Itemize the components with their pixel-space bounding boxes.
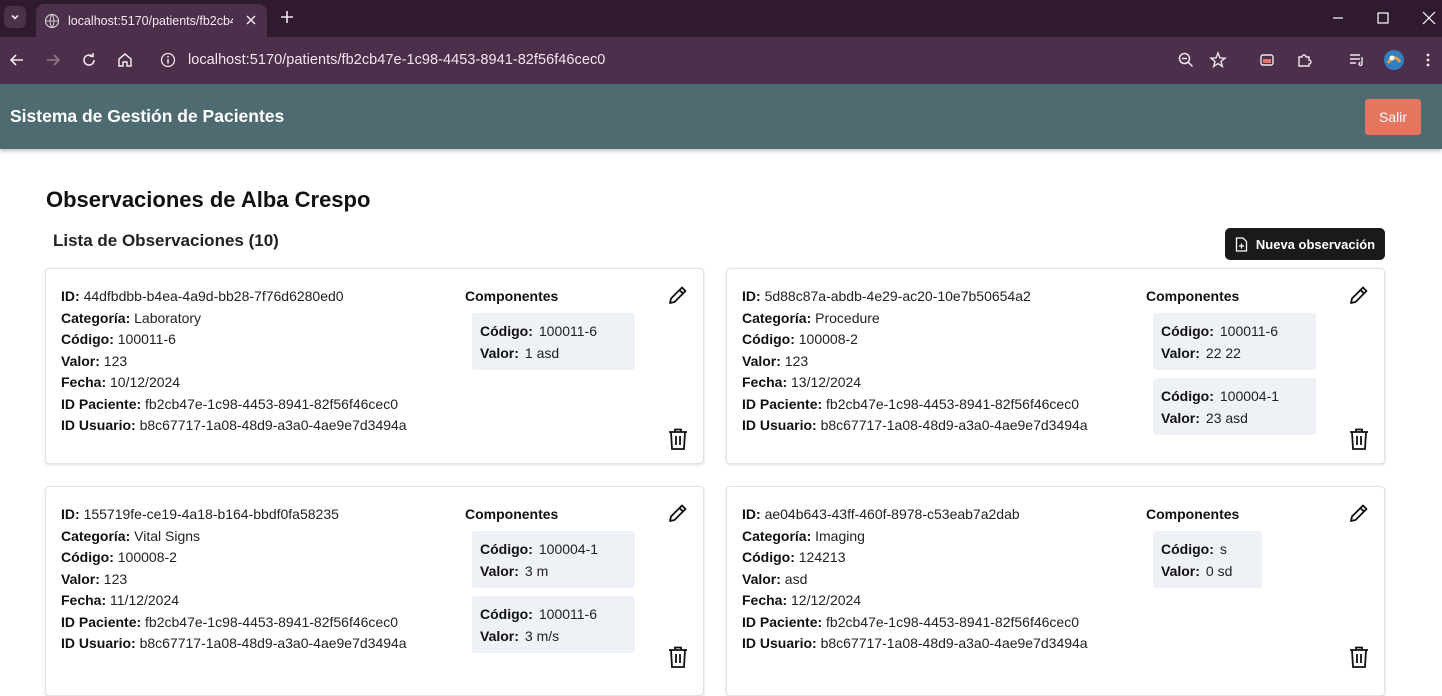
menu-kebab-icon[interactable] — [1419, 51, 1437, 69]
component-box: Código: 100011-6 Valor: 1 asd — [472, 313, 635, 370]
field-user-id: ID Usuario: b8c67717-1a08-48d9-a3a0-4ae9… — [61, 635, 407, 651]
url-text: localhost:5170/patients/fb2cb47e-1c98-44… — [188, 52, 606, 68]
new-observation-button[interactable]: Nueva observación — [1225, 228, 1385, 260]
field-category: Categoría: Vital Signs — [61, 527, 201, 544]
file-plus-icon — [1235, 236, 1248, 252]
list-title: Lista de Observaciones (10) — [53, 231, 279, 250]
app-title: Sistema de Gestión de Pacientes — [10, 106, 285, 126]
field-date: Fecha: 12/12/2024 — [742, 592, 862, 608]
field-code: Código: 124213 — [742, 549, 846, 565]
field-value: Valor: 123 — [742, 352, 809, 369]
field-date: Fecha: 10/12/2024 — [61, 374, 181, 390]
field-category: Categoría: Procedure — [742, 309, 880, 326]
field-user-id: ID Usuario: b8c67717-1a08-48d9-a3a0-4ae9… — [61, 417, 407, 433]
field-date: Fecha: 11/12/2024 — [61, 592, 180, 608]
field-patient-id: ID Paciente: fb2cb47e-1c98-4453-8941-82f… — [61, 395, 399, 412]
field-patient-id: ID Paciente: fb2cb47e-1c98-4453-8941-82f… — [742, 395, 1080, 412]
back-arrow-icon[interactable] — [8, 51, 26, 69]
edit-pencil-icon[interactable] — [1347, 501, 1371, 525]
globe-icon — [44, 13, 60, 28]
extension-app-icon[interactable] — [1258, 51, 1276, 69]
field-category: Categoría: Imaging — [742, 527, 865, 544]
field-category: Categoría: Laboratory — [61, 309, 202, 326]
new-tab-plus-icon[interactable] — [278, 8, 296, 26]
field-id: ID: 155719fe-ce19-4a18-b164-bbdf0fa58235 — [61, 506, 339, 522]
components-title: Componentes — [465, 506, 559, 522]
browser-toolbar: localhost:5170/patients/fb2cb47e-1c98-44… — [0, 37, 1442, 84]
delete-trash-icon[interactable] — [667, 427, 689, 451]
close-icon[interactable] — [243, 12, 259, 28]
observation-card: ID: 5d88c87a-abdb-4e29-ac20-10e7b50654a2… — [726, 268, 1385, 464]
field-value: Valor: 123 — [61, 570, 128, 587]
component-box: Código: 100011-6 Valor: 22 22 — [1153, 313, 1316, 370]
minimize-icon[interactable] — [1328, 8, 1348, 28]
forward-arrow-icon[interactable] — [44, 51, 62, 69]
field-id: ID: 44dfbdbb-b4ea-4a9d-bb28-7f76d6280ed0 — [61, 288, 344, 304]
puzzle-extensions-icon[interactable] — [1295, 51, 1313, 69]
observation-card: ID: 155719fe-ce19-4a18-b164-bbdf0fa58235… — [45, 486, 704, 696]
observation-card: ID: ae04b643-43ff-460f-8978-c53eab7a2dab… — [726, 486, 1385, 696]
component-box: Código: 100004-1 Valor: 23 asd — [1153, 378, 1316, 435]
field-code: Código: 100008-2 — [61, 549, 177, 565]
component-box: Código: 100011-6 Valor: 3 m/s — [472, 596, 635, 653]
field-id: ID: 5d88c87a-abdb-4e29-ac20-10e7b50654a2 — [742, 288, 1031, 304]
maximize-icon[interactable] — [1373, 8, 1393, 28]
window-close-icon[interactable] — [1419, 8, 1439, 28]
zoom-icon[interactable] — [1177, 51, 1195, 69]
field-value: Valor: 123 — [61, 352, 128, 369]
browser-tab-active[interactable]: localhost:5170/patients/fb2cb47e — [36, 4, 267, 37]
page-title: Observaciones de Alba Crespo — [46, 187, 371, 212]
edit-pencil-icon[interactable] — [1347, 283, 1371, 307]
field-id: ID: ae04b643-43ff-460f-8978-c53eab7a2dab — [742, 506, 1020, 522]
components-title: Componentes — [1146, 506, 1240, 522]
profile-avatar-icon[interactable] — [1383, 49, 1405, 71]
field-patient-id: ID Paciente: fb2cb47e-1c98-4453-8941-82f… — [742, 613, 1080, 630]
field-value: Valor: asd — [742, 570, 808, 587]
field-user-id: ID Usuario: b8c67717-1a08-48d9-a3a0-4ae9… — [742, 635, 1088, 651]
component-box: Código: s Valor: 0 sd — [1153, 531, 1262, 588]
component-box: Código: 100004-1 Valor: 3 m — [472, 531, 635, 588]
delete-trash-icon[interactable] — [1348, 427, 1370, 451]
components-title: Componentes — [465, 288, 559, 304]
chevron-down-icon — [11, 14, 19, 20]
browser-tabstrip: localhost:5170/patients/fb2cb47e — [0, 0, 1442, 37]
field-date: Fecha: 13/12/2024 — [742, 374, 862, 390]
media-queue-icon[interactable] — [1348, 51, 1366, 69]
field-code: Código: 100008-2 — [742, 331, 858, 347]
observation-card: ID: 44dfbdbb-b4ea-4a9d-bb28-7f76d6280ed0… — [45, 268, 704, 464]
app-header: Sistema de Gestión de Pacientes Salir — [0, 84, 1442, 149]
logout-button[interactable]: Salir — [1365, 99, 1421, 135]
address-bar[interactable]: localhost:5170/patients/fb2cb47e-1c98-44… — [150, 43, 1240, 78]
delete-trash-icon[interactable] — [1348, 645, 1370, 669]
bookmark-star-icon[interactable] — [1209, 51, 1227, 69]
edit-pencil-icon[interactable] — [666, 283, 690, 307]
field-user-id: ID Usuario: b8c67717-1a08-48d9-a3a0-4ae9… — [742, 417, 1088, 433]
field-code: Código: 100011-6 — [61, 331, 176, 347]
edit-pencil-icon[interactable] — [666, 501, 690, 525]
site-info-icon[interactable] — [160, 52, 176, 68]
new-observation-label: Nueva observación — [1255, 236, 1376, 252]
tab-search-button[interactable] — [4, 6, 26, 28]
delete-trash-icon[interactable] — [667, 645, 689, 669]
components-title: Componentes — [1146, 288, 1240, 304]
tab-title: localhost:5170/patients/fb2cb47e — [68, 13, 233, 28]
reload-icon[interactable] — [80, 51, 98, 69]
home-icon[interactable] — [116, 51, 134, 69]
field-patient-id: ID Paciente: fb2cb47e-1c98-4453-8941-82f… — [61, 613, 399, 630]
